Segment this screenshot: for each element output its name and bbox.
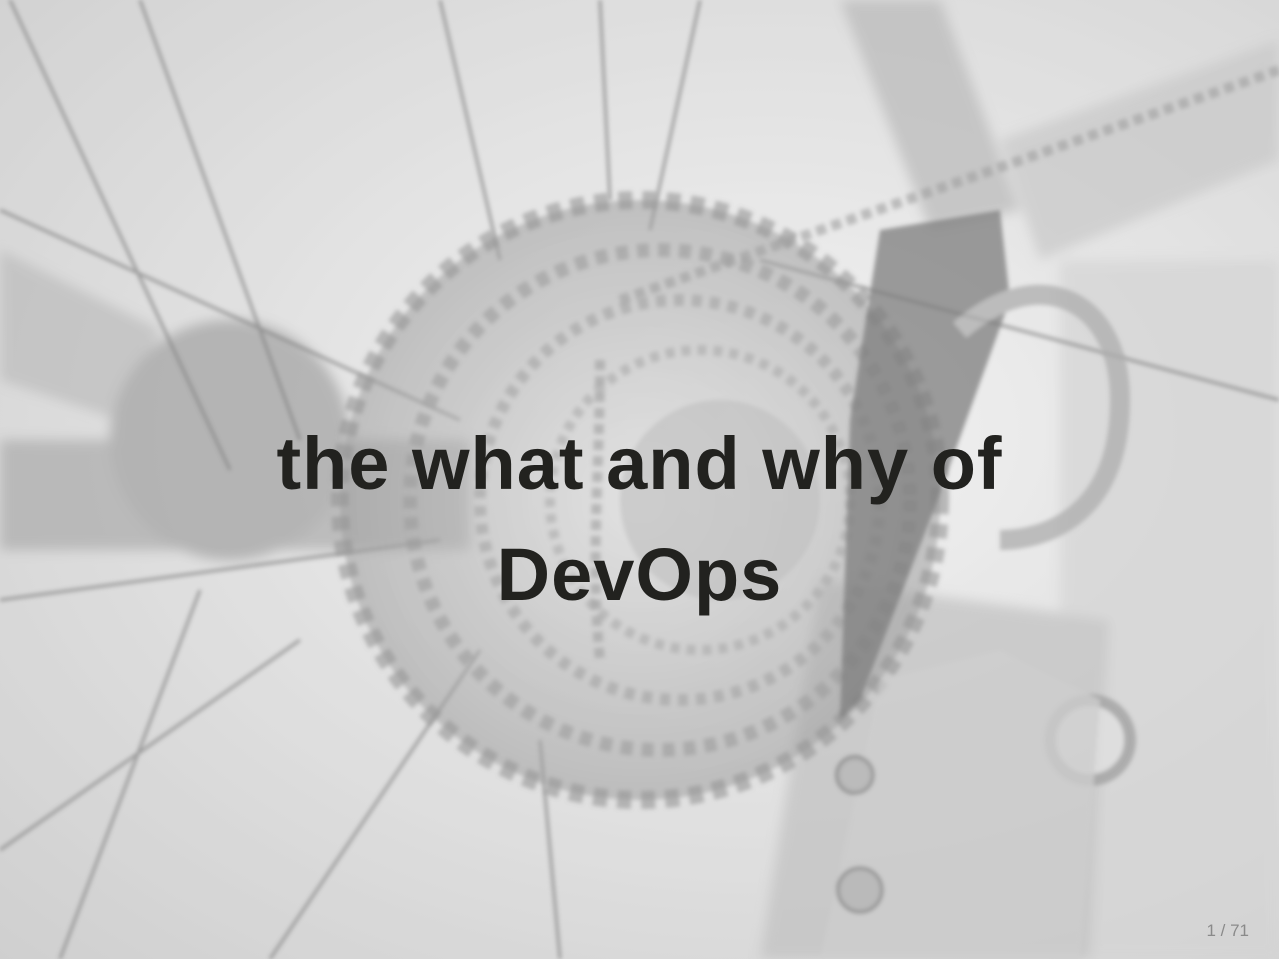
slide-title-line-2: DevOps — [496, 533, 783, 616]
slide-title: the what and why of DevOps — [0, 408, 1279, 630]
presentation-slide[interactable]: the what and why of DevOps 1 / 71 — [0, 0, 1279, 959]
slide-title-line-1: the what and why of — [276, 422, 1003, 505]
slide-page-counter: 1 / 71 — [1206, 921, 1249, 940]
